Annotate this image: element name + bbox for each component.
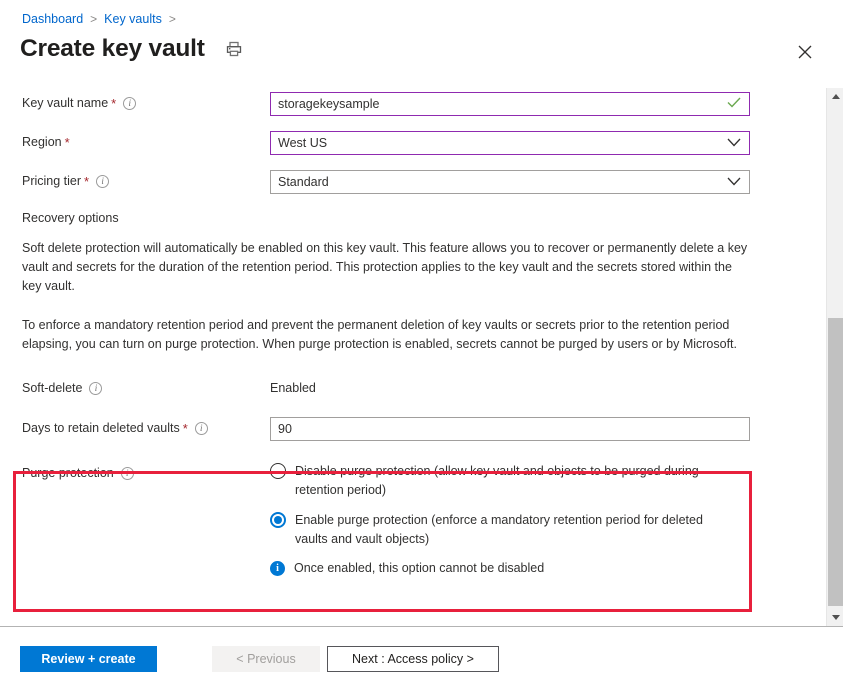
required-marker: * xyxy=(111,95,117,111)
purge-protection-note: i Once enabled, this option cannot be di… xyxy=(270,560,818,577)
info-icon[interactable]: i xyxy=(89,381,103,395)
title-row: Create key vault xyxy=(20,32,243,66)
pricing-tier-label: Pricing tier * i xyxy=(22,170,270,188)
key-vault-name-input-wrapper[interactable] xyxy=(270,92,750,116)
breadcrumb-item-key-vaults[interactable]: Key vaults xyxy=(104,12,162,26)
purge-protection-note-text: Once enabled, this option cannot be disa… xyxy=(294,561,545,575)
info-filled-icon: i xyxy=(270,561,285,576)
field-row-purge-protection: Purge protection i Disable purge protect… xyxy=(22,462,818,577)
breadcrumb-separator-icon: > xyxy=(168,12,176,26)
soft-delete-value: Enabled xyxy=(270,381,316,395)
review-create-button[interactable]: Review + create xyxy=(20,646,157,672)
required-marker: * xyxy=(64,134,70,150)
breadcrumb-separator-icon: > xyxy=(90,12,98,26)
required-marker: * xyxy=(182,420,188,436)
vertical-scroll-thumb[interactable] xyxy=(828,318,843,606)
form-area: Key vault name * i Region * xyxy=(0,84,818,626)
purge-protection-options: Disable purge protection (allow key vaul… xyxy=(270,462,818,577)
vertical-scrollbar[interactable] xyxy=(826,88,843,626)
field-row-soft-delete: Soft-delete i Enabled xyxy=(22,377,818,399)
days-to-retain-input[interactable] xyxy=(271,418,749,440)
radio-enable-purge-protection[interactable]: Enable purge protection (enforce a manda… xyxy=(270,511,818,549)
region-dropdown[interactable] xyxy=(270,131,750,155)
field-row-key-vault-name: Key vault name * i xyxy=(22,92,818,116)
region-value[interactable] xyxy=(271,132,749,154)
scroll-up-button[interactable] xyxy=(827,88,843,105)
caret-down-icon xyxy=(831,615,840,620)
caret-up-icon xyxy=(831,94,840,99)
key-vault-name-label: Key vault name * i xyxy=(22,92,270,110)
required-marker: * xyxy=(84,173,90,189)
radio-label: Enable purge protection (enforce a manda… xyxy=(295,513,703,546)
key-vault-name-input[interactable] xyxy=(271,93,749,115)
pricing-tier-dropdown[interactable] xyxy=(270,170,750,194)
chevron-down-icon[interactable] xyxy=(727,173,741,191)
days-to-retain-input-wrapper[interactable] xyxy=(270,417,750,441)
radio-label: Disable purge protection (allow key vaul… xyxy=(295,464,699,497)
field-row-days-to-retain: Days to retain deleted vaults * i xyxy=(22,417,818,441)
footer-bar: Review + create < Previous Next : Access… xyxy=(0,627,843,696)
page-title: Create key vault xyxy=(20,35,205,62)
soft-delete-label: Soft-delete i xyxy=(22,377,270,395)
checkmark-icon xyxy=(727,95,741,113)
info-icon[interactable]: i xyxy=(194,421,208,435)
close-button[interactable] xyxy=(793,40,817,64)
pricing-tier-value[interactable] xyxy=(271,171,749,193)
info-icon[interactable]: i xyxy=(123,96,137,110)
breadcrumb: Dashboard > Key vaults > xyxy=(22,10,183,28)
printer-icon[interactable] xyxy=(225,40,243,58)
breadcrumb-item-dashboard[interactable]: Dashboard xyxy=(22,12,83,26)
scroll-down-button[interactable] xyxy=(827,609,843,626)
previous-button: < Previous xyxy=(212,646,320,672)
radio-circle-selected-icon xyxy=(270,512,286,528)
chevron-down-icon[interactable] xyxy=(727,134,741,152)
region-label: Region * xyxy=(22,134,70,150)
info-icon[interactable]: i xyxy=(96,174,110,188)
recovery-options-paragraph-2: To enforce a mandatory retention period … xyxy=(22,318,737,351)
days-to-retain-label: Days to retain deleted vaults * i xyxy=(22,417,270,435)
field-row-region: Region * xyxy=(22,131,818,155)
field-row-pricing-tier: Pricing tier * i xyxy=(22,170,818,194)
recovery-options-heading: Recovery options xyxy=(22,211,119,225)
recovery-options-paragraph-1: Soft delete protection will automaticall… xyxy=(22,241,748,293)
purge-protection-label: Purge protection i xyxy=(22,462,270,480)
radio-circle-icon xyxy=(270,463,286,479)
info-icon[interactable]: i xyxy=(120,466,134,480)
next-access-policy-button[interactable]: Next : Access policy > xyxy=(327,646,499,672)
close-icon xyxy=(798,45,812,59)
radio-disable-purge-protection[interactable]: Disable purge protection (allow key vaul… xyxy=(270,462,818,500)
create-key-vault-blade: Dashboard > Key vaults > Create key vaul… xyxy=(0,0,843,696)
recovery-options-heading-wrap: Recovery options xyxy=(22,211,818,225)
